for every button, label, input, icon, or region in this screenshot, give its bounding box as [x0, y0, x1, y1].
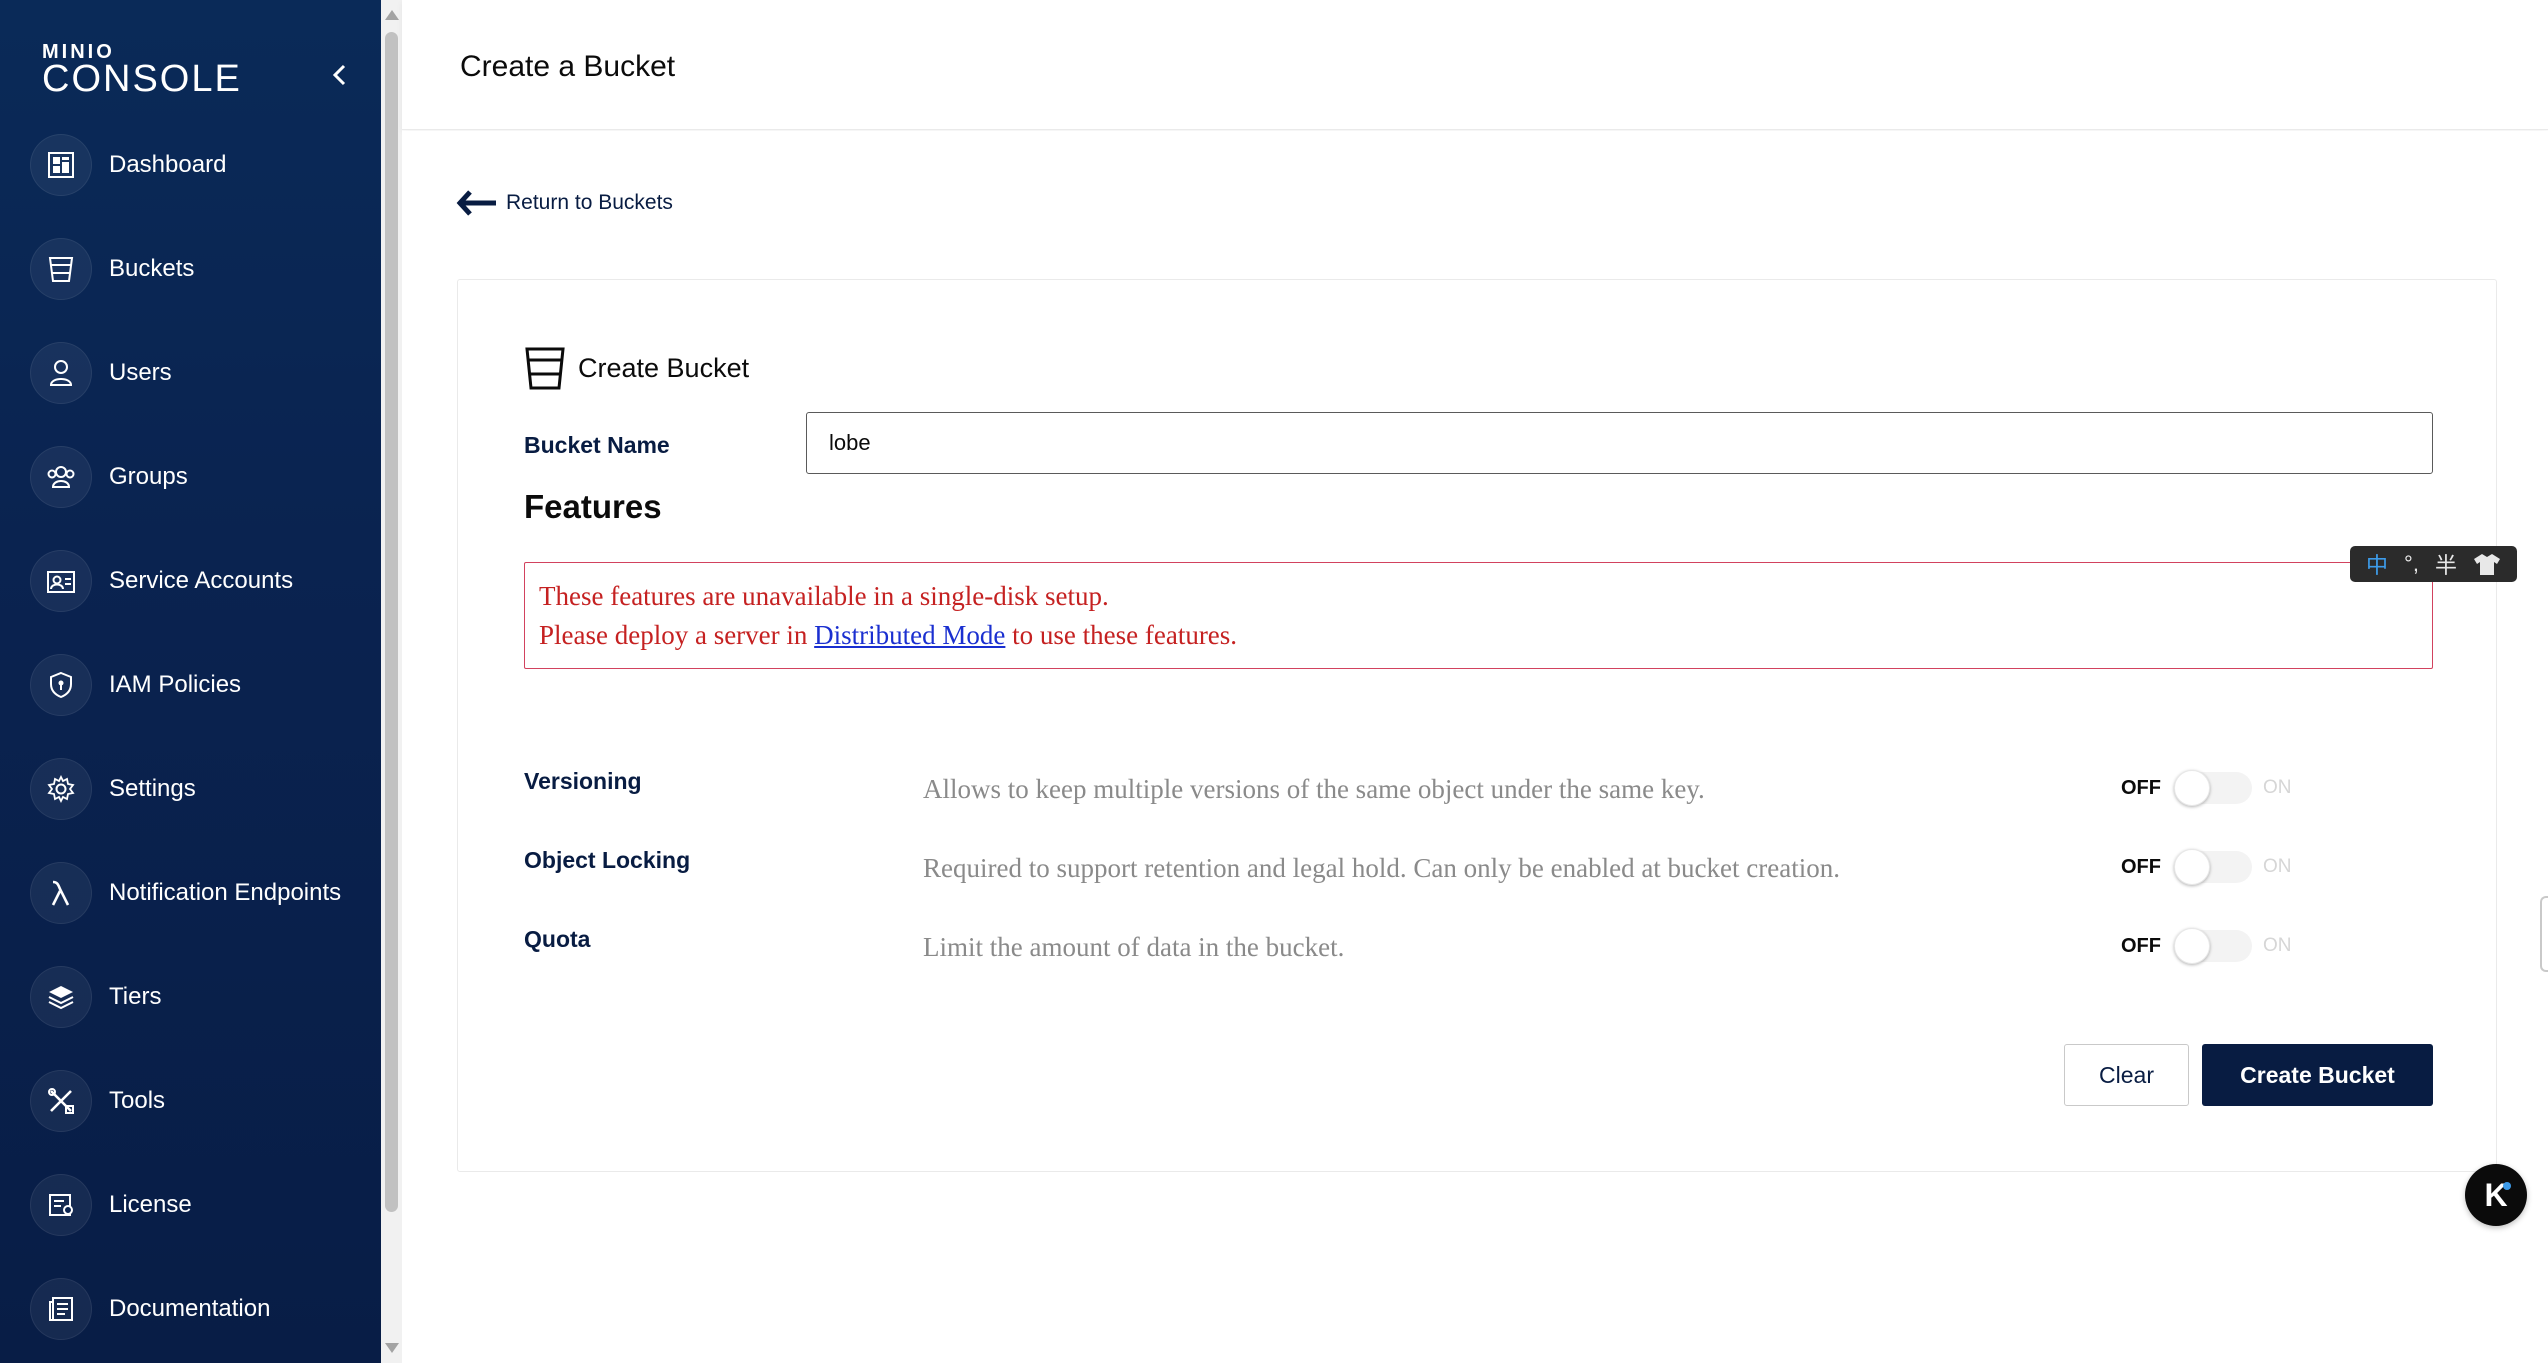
- page-header: Create a Bucket: [402, 0, 2548, 130]
- feature-row-quota: Quota Limit the amount of data in the bu…: [524, 926, 2433, 976]
- scroll-up-arrow-icon[interactable]: [385, 10, 399, 20]
- gear-icon: [30, 758, 92, 820]
- ime-punctuation-indicator[interactable]: °,: [2404, 551, 2419, 577]
- feature-name: Versioning: [524, 768, 642, 794]
- toggle-off-label: OFF: [2121, 855, 2161, 878]
- license-icon: [30, 1174, 92, 1236]
- lambda-icon: [30, 862, 92, 924]
- sidebar-scrollbar[interactable]: [381, 0, 402, 1363]
- sidebar-item-groups[interactable]: Groups: [30, 445, 370, 509]
- clear-button[interactable]: Clear: [2064, 1044, 2189, 1106]
- features-heading: Features: [524, 488, 662, 525]
- feature-name: Quota: [524, 926, 591, 952]
- sidebar-item-label: Settings: [109, 775, 196, 802]
- shield-icon: [30, 654, 92, 716]
- user-icon: [30, 342, 92, 404]
- page-title: Create a Bucket: [460, 50, 676, 83]
- card-title-label: Create Bucket: [578, 352, 750, 383]
- sidebar-item-label: Notification Endpoints: [109, 879, 342, 906]
- sidebar-item-tools[interactable]: Tools: [30, 1069, 370, 1133]
- groups-icon: [30, 446, 92, 508]
- collapse-sidebar-button[interactable]: [326, 60, 352, 90]
- toggle-knob: [2174, 849, 2210, 885]
- scroll-down-arrow-icon[interactable]: [385, 1343, 399, 1353]
- sidebar-item-users[interactable]: Users: [30, 341, 370, 405]
- toggle-track: [2174, 770, 2252, 806]
- return-to-buckets-label: Return to Buckets: [506, 191, 673, 214]
- sidebar: MINIO CONSOLE Dashboard Buckets Users Gr…: [0, 0, 381, 1363]
- feature-row-object-locking: Object Locking Required to support reten…: [524, 847, 2433, 897]
- sidebar-item-settings[interactable]: Settings: [30, 757, 370, 821]
- ime-mode-indicator[interactable]: 中: [2366, 548, 2388, 580]
- alert-line-1: These features are unavailable in a sing…: [539, 581, 1109, 611]
- help-notification-dot: [2503, 1182, 2511, 1190]
- chevron-left-icon: [332, 64, 346, 86]
- sidebar-item-label: Users: [109, 359, 172, 386]
- bucket-name-label: Bucket Name: [524, 432, 670, 458]
- ime-toolbar[interactable]: 中 °, 半: [2350, 546, 2517, 582]
- sidebar-item-label: Dashboard: [109, 151, 227, 178]
- bucket-name-input[interactable]: [806, 412, 2433, 474]
- toggle-knob: [2174, 928, 2210, 964]
- sidebar-item-buckets[interactable]: Buckets: [30, 237, 370, 301]
- single-disk-alert: These features are unavailable in a sing…: [524, 562, 2433, 669]
- return-to-buckets-link[interactable]: Return to Buckets: [456, 189, 673, 217]
- arrow-left-icon: [456, 190, 496, 216]
- bucket-icon: [525, 347, 565, 390]
- logo-big-text: CONSOLE: [42, 58, 242, 100]
- alert-line-2-prefix: Please deploy a server in: [539, 620, 815, 650]
- shirt-icon[interactable]: [2473, 552, 2501, 576]
- help-button[interactable]: K: [2465, 1164, 2527, 1226]
- ime-width-indicator[interactable]: 半: [2435, 548, 2457, 580]
- minio-console-logo[interactable]: MINIO CONSOLE: [42, 42, 242, 98]
- sidebar-item-documentation[interactable]: Documentation: [30, 1277, 370, 1341]
- feature-description: Allows to keep multiple versions of the …: [923, 774, 1705, 804]
- scrollbar-thumb[interactable]: [385, 32, 398, 1212]
- side-edge-tab[interactable]: [2540, 896, 2548, 972]
- dashboard-icon: [30, 134, 92, 196]
- card-title: Create Bucket: [524, 345, 749, 391]
- toggle-on-label: ON: [2263, 856, 2292, 877]
- service-accounts-icon: [30, 550, 92, 612]
- toggle-on-label: ON: [2263, 935, 2292, 956]
- sidebar-item-license[interactable]: License: [30, 1173, 370, 1237]
- toggle-on-label: ON: [2263, 777, 2292, 798]
- sidebar-item-iam-policies[interactable]: IAM Policies: [30, 653, 370, 717]
- toggle-off-label: OFF: [2121, 776, 2161, 799]
- sidebar-item-tiers[interactable]: Tiers: [30, 965, 370, 1029]
- sidebar-item-label: Service Accounts: [109, 567, 294, 594]
- create-bucket-button[interactable]: Create Bucket: [2202, 1044, 2433, 1106]
- bucket-icon: [30, 238, 92, 300]
- sidebar-item-label: License: [109, 1191, 192, 1218]
- quota-toggle[interactable]: OFF ON: [2121, 926, 2292, 966]
- sidebar-item-label: IAM Policies: [109, 671, 242, 698]
- sidebar-item-label: Tools: [109, 1087, 166, 1114]
- distributed-mode-link[interactable]: Distributed Mode: [814, 620, 1005, 650]
- feature-description: Required to support retention and legal …: [923, 853, 1840, 883]
- versioning-toggle[interactable]: OFF ON: [2121, 768, 2292, 808]
- sidebar-item-label: Tiers: [109, 983, 162, 1010]
- sidebar-item-label: Groups: [109, 463, 188, 490]
- main-content: Return to Buckets Create Bucket Bucket N…: [402, 131, 2548, 1363]
- toggle-track: [2174, 849, 2252, 885]
- alert-line-2-suffix: to use these features.: [1005, 620, 1238, 650]
- sidebar-item-label: Buckets: [109, 255, 195, 282]
- feature-name: Object Locking: [524, 847, 691, 873]
- toggle-off-label: OFF: [2121, 934, 2161, 957]
- sidebar-item-notification-endpoints[interactable]: Notification Endpoints: [30, 861, 370, 925]
- alert-line-2: Please deploy a server in Distributed Mo…: [539, 616, 2418, 655]
- sidebar-item-service-accounts[interactable]: Service Accounts: [30, 549, 370, 613]
- toggle-knob: [2174, 770, 2210, 806]
- layers-icon: [30, 966, 92, 1028]
- sidebar-item-label: Documentation: [109, 1295, 271, 1322]
- documentation-icon: [30, 1278, 92, 1340]
- toggle-track: [2174, 928, 2252, 964]
- sidebar-item-dashboard[interactable]: Dashboard: [30, 133, 370, 197]
- tools-icon: [30, 1070, 92, 1132]
- feature-description: Limit the amount of data in the bucket.: [923, 932, 1345, 962]
- object-locking-toggle[interactable]: OFF ON: [2121, 847, 2292, 887]
- feature-row-versioning: Versioning Allows to keep multiple versi…: [524, 768, 2433, 818]
- create-bucket-card: Create Bucket Bucket Name Features These…: [457, 279, 2497, 1172]
